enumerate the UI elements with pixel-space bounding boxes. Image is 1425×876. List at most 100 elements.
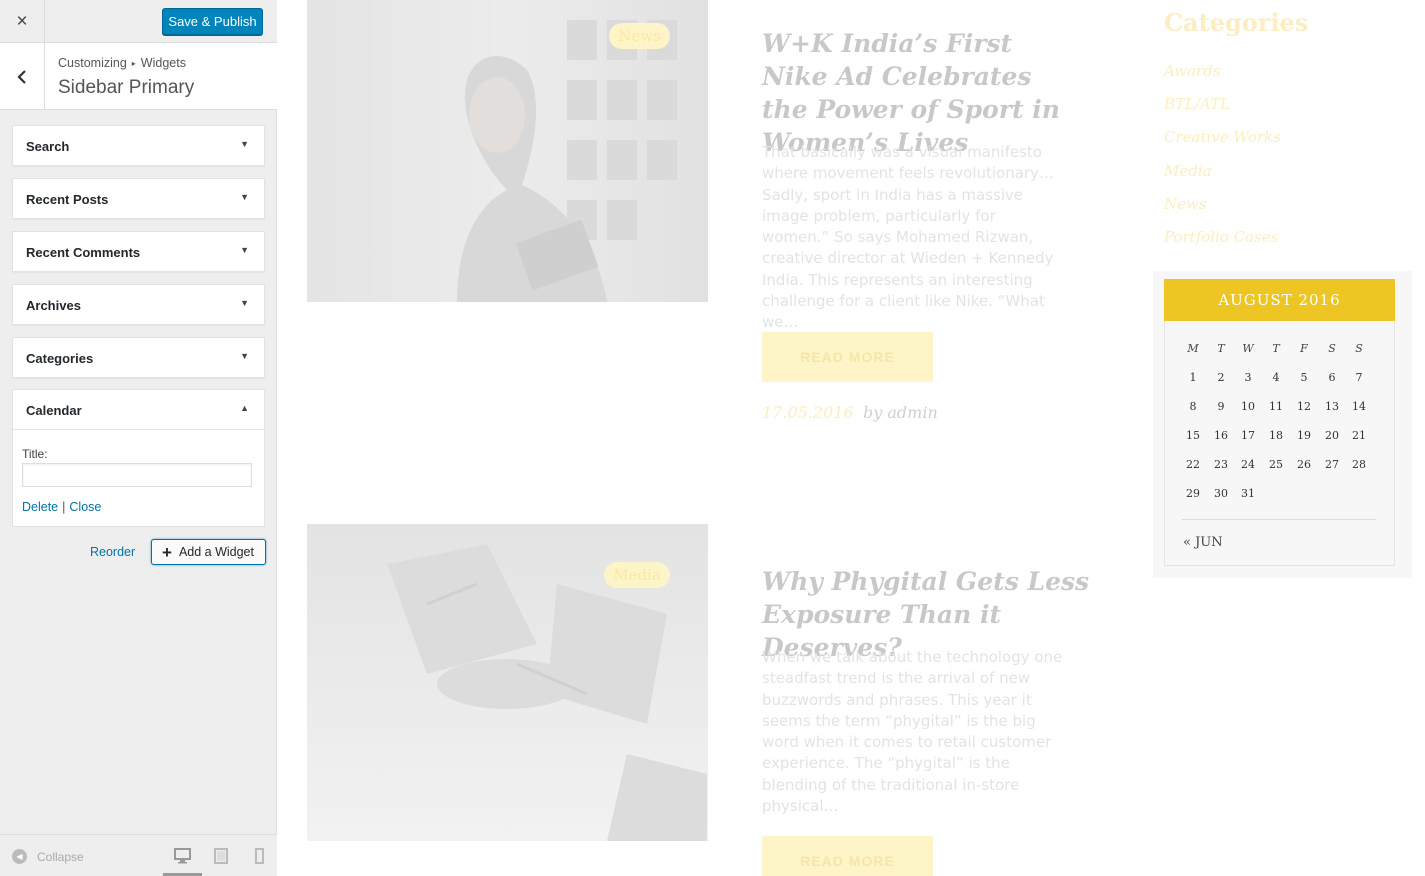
post-title[interactable]: W+K India’s First Nike Ad Celebrates the…: [762, 27, 1082, 159]
chevron-left-icon: [17, 69, 26, 84]
calendar-day: 10: [1241, 400, 1255, 413]
close-customizer-button[interactable]: ×: [0, 0, 45, 43]
calendar-day: 27: [1325, 458, 1339, 471]
widget-calendar-header[interactable]: Calendar ▲: [13, 390, 264, 430]
category-link-news[interactable]: News: [1164, 195, 1281, 228]
category-link-awards[interactable]: Awards: [1164, 62, 1281, 95]
calendar-day: 19: [1297, 429, 1311, 442]
calendar-divider: [1182, 519, 1376, 520]
calendar-weekday: T: [1217, 342, 1225, 355]
calendar-day: 11: [1269, 400, 1283, 413]
calendar-day: 14: [1352, 400, 1366, 413]
calendar-day: 1: [1189, 371, 1197, 384]
widget-actions: Delete | Close: [22, 500, 101, 514]
calendar-day: 8: [1189, 400, 1197, 413]
widget-categories[interactable]: Categories ▼: [12, 337, 265, 378]
read-more-button[interactable]: READ MORE: [762, 836, 933, 876]
save-publish-button[interactable]: Save & Publish: [162, 8, 263, 35]
calendar-day: 3: [1244, 371, 1252, 384]
customizer-footer: ◀ Collapse: [0, 834, 277, 876]
breadcrumb: Customizing ▸ Widgets: [58, 56, 186, 70]
widget-recent-posts[interactable]: Recent Posts ▼: [12, 178, 265, 219]
calendar-day: 24: [1241, 458, 1255, 471]
mobile-preview-icon[interactable]: [251, 848, 268, 864]
calendar-weekday: S: [1355, 342, 1363, 355]
tablet-preview-icon[interactable]: [213, 848, 230, 864]
site-preview: News W+K India’s First Nike Ad Celebrate…: [278, 0, 1425, 876]
calendar-day: 23: [1214, 458, 1228, 471]
title-input[interactable]: [22, 463, 252, 487]
calendar-day: 5: [1300, 371, 1308, 384]
title-field-label: Title:: [22, 447, 48, 461]
post-excerpt: That basically was a visual manifesto wh…: [762, 143, 1054, 332]
calendar-day: 7: [1355, 371, 1363, 384]
add-widget-button[interactable]: + Add a Widget: [151, 539, 266, 565]
calendar-day: 25: [1269, 458, 1283, 471]
calendar-day: 22: [1186, 458, 1200, 471]
calendar-weekday: T: [1272, 342, 1280, 355]
calendar-day: 13: [1325, 400, 1339, 413]
breadcrumb-child: Widgets: [140, 56, 186, 70]
widget-calendar: Calendar ▲ Title: Delete | Close: [12, 389, 265, 527]
post-author[interactable]: by admin: [863, 403, 938, 422]
desktop-preview-icon[interactable]: [174, 848, 191, 864]
category-link-portfolio-cases[interactable]: Portfolio Cases: [1164, 228, 1281, 261]
calendar-day: 6: [1328, 371, 1336, 384]
category-badge[interactable]: Media: [604, 562, 670, 588]
categories-list: Awards BTL/ATL Creative Works Media News…: [1164, 62, 1281, 261]
calendar-day: 26: [1297, 458, 1311, 471]
calendar-day: 30: [1214, 487, 1228, 500]
calendar-weekday: F: [1300, 342, 1308, 355]
reorder-link[interactable]: Reorder: [90, 545, 135, 559]
calendar-day: 28: [1352, 458, 1366, 471]
calendar-weekday: M: [1187, 342, 1199, 355]
calendar-day: 16: [1214, 429, 1228, 442]
action-separator: |: [62, 500, 66, 514]
category-link-media[interactable]: Media: [1164, 162, 1281, 195]
calendar-day: 15: [1186, 429, 1200, 442]
section-header: Customizing ▸ Widgets Sidebar Primary: [0, 43, 277, 110]
widget-title: Categories: [26, 351, 94, 366]
calendar-weekday-row: MTWTFSS: [1182, 342, 1377, 362]
collapse-button[interactable]: ◀ Collapse: [12, 849, 84, 864]
calendar-week-row: 15 16 17 18 19 20 21: [1182, 429, 1377, 449]
caret-down-icon: ▼: [240, 192, 249, 202]
customizer-header: × Save & Publish: [0, 0, 277, 43]
widget-title: Recent Comments: [26, 245, 141, 260]
calendar-day: 12: [1297, 400, 1311, 413]
caret-down-icon: ▼: [240, 351, 249, 361]
section-title: Sidebar Primary: [58, 77, 195, 98]
calendar-day: 17: [1241, 429, 1255, 442]
widget-title: Calendar: [26, 403, 82, 418]
category-link-btl-atl[interactable]: BTL/ATL: [1164, 95, 1281, 128]
calendar-weekday: S: [1328, 342, 1336, 355]
post-excerpt: When we talk about the technology one st…: [762, 648, 1063, 816]
widget-search[interactable]: Search ▼: [12, 125, 265, 166]
calendar-day: 18: [1269, 429, 1283, 442]
calendar-prev-month-link[interactable]: « JUN: [1183, 535, 1223, 550]
back-button[interactable]: [0, 43, 45, 110]
calendar-weekday: W: [1242, 342, 1254, 355]
category-link-creative-works[interactable]: Creative Works: [1164, 128, 1281, 161]
calendar-day: 20: [1325, 429, 1339, 442]
calendar-week-row: 29 30 31: [1182, 487, 1377, 507]
widget-archives[interactable]: Archives ▼: [12, 284, 265, 325]
read-more-button[interactable]: READ MORE: [762, 332, 933, 382]
customizer-panel: × Save & Publish Customizing ▸ Widgets Sid…: [0, 0, 277, 876]
calendar-day: 21: [1352, 429, 1366, 442]
close-icon: ×: [16, 10, 28, 32]
widget-title: Search: [26, 139, 70, 154]
delete-link[interactable]: Delete: [22, 500, 58, 514]
close-link[interactable]: Close: [69, 500, 101, 514]
collapse-arrow-icon: ◀: [12, 849, 27, 864]
calendar-week-row: 22 23 24 25 26 27 28: [1182, 458, 1377, 478]
categories-heading: Categories: [1164, 8, 1309, 37]
post-date: 17.05.2016: [762, 403, 854, 422]
category-badge[interactable]: News: [609, 23, 670, 49]
calendar-day: 2: [1217, 371, 1225, 384]
calendar-week-row: 1 2 3 4 5 6 7: [1182, 371, 1377, 391]
calendar-day: 9: [1217, 400, 1225, 413]
breadcrumb-parent: Customizing: [58, 56, 127, 70]
plus-icon: +: [162, 542, 172, 562]
widget-recent-comments[interactable]: Recent Comments ▼: [12, 231, 265, 272]
